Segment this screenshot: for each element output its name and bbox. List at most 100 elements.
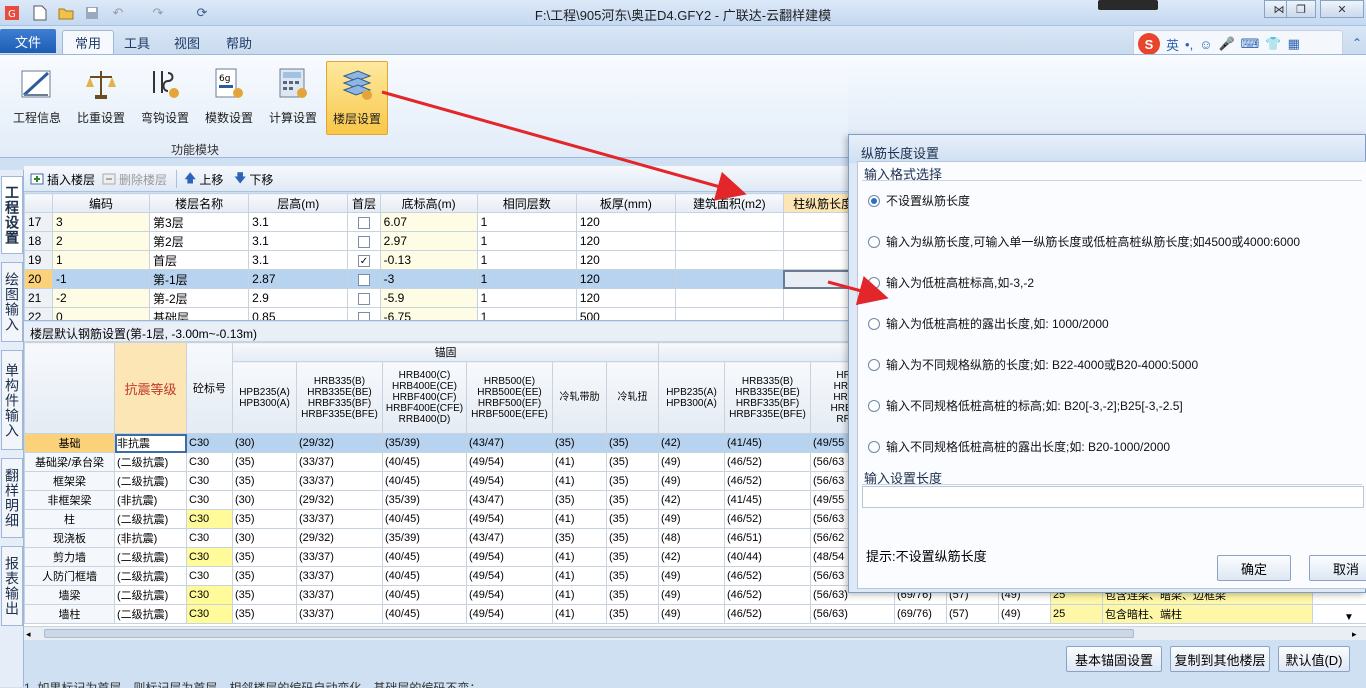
concrete-grade[interactable]: C30 [187, 434, 233, 453]
anchor-value[interactable]: (49) [659, 510, 725, 529]
anchor-value[interactable]: (35) [233, 510, 297, 529]
anchor-value[interactable]: (35) [607, 434, 659, 453]
floor-same-count[interactable]: 1 [477, 232, 576, 251]
floor-bottom-elev[interactable]: 6.07 [380, 213, 477, 232]
format-option-radio[interactable]: 输入为低桩高桩的露出长度,如: 1000/2000 [868, 315, 1109, 332]
floor-row[interactable]: 173第3层3.16.071120 [25, 213, 849, 232]
tab-common[interactable]: 常用 [62, 30, 114, 54]
seismic-level[interactable]: (非抗震) [115, 529, 187, 548]
checkbox-icon[interactable] [358, 217, 370, 229]
floor-bottom-elev[interactable]: -5.9 [380, 289, 477, 308]
anchor-value[interactable]: (41) [553, 453, 607, 472]
anchor-value[interactable]: (46/51) [725, 529, 811, 548]
move-down-button[interactable]: 🡇 下移 [234, 170, 273, 188]
floor-slab[interactable]: 120 [576, 213, 675, 232]
anchor-value[interactable]: (30) [233, 529, 297, 548]
checkbox-icon[interactable]: ✓ [358, 255, 370, 267]
move-up-button[interactable]: 🡅 上移 [184, 170, 223, 188]
anchor-value[interactable]: (35) [607, 453, 659, 472]
anchor-value[interactable]: (42) [659, 548, 725, 567]
col-bottom-elev[interactable]: 底标高(m) [380, 194, 477, 213]
emoji-icon[interactable]: ☺ [1199, 37, 1212, 52]
anchor-value[interactable]: (41) [553, 472, 607, 491]
length-input[interactable] [862, 486, 1364, 508]
rebar-row[interactable]: 墙柱(二级抗震)C30(35)(33/37)(40/45)(49/54)(41)… [25, 605, 1366, 624]
floor-slab[interactable]: 500 [576, 308, 675, 322]
basic-anchor-settings-button[interactable]: 基本锚固设置 [1066, 646, 1162, 672]
cancel-button[interactable]: 取消 [1309, 555, 1366, 581]
anchor-value[interactable]: (41) [553, 605, 607, 624]
checkbox-icon[interactable] [358, 236, 370, 248]
vtab-project-settings[interactable]: 工程设置 [1, 176, 23, 254]
floor-name[interactable]: 基础层 [150, 308, 249, 322]
floor-row[interactable]: 21-2第-2层2.9-5.91120 [25, 289, 849, 308]
floor-name[interactable]: 第2层 [150, 232, 249, 251]
seismic-level[interactable]: (二级抗震) [115, 548, 187, 567]
floor-row[interactable]: 220基础层0.85-6.751500 [25, 308, 849, 322]
anchor-value[interactable]: (29/32) [297, 491, 383, 510]
floor-same-count[interactable]: 1 [477, 213, 576, 232]
anchor-value[interactable]: (35) [607, 548, 659, 567]
col-floor-height[interactable]: 层高(m) [249, 194, 348, 213]
scroll-right-icon[interactable]: ▸ [1352, 629, 1362, 639]
anchor-value[interactable]: (41) [553, 548, 607, 567]
concrete-grade[interactable]: C30 [187, 472, 233, 491]
checkbox-icon[interactable] [358, 274, 370, 286]
lap-value[interactable]: (49) [999, 605, 1051, 624]
floor-slab[interactable]: 120 [576, 289, 675, 308]
floor-bottom-elev[interactable]: -3 [380, 270, 477, 289]
floor-area[interactable] [675, 213, 783, 232]
tab-tools[interactable]: 工具 [112, 30, 162, 54]
tab-help[interactable]: 帮助 [214, 30, 264, 54]
anchor-value[interactable]: (33/37) [297, 453, 383, 472]
anchor-value[interactable]: (29/32) [297, 529, 383, 548]
anchor-value[interactable]: (43/47) [467, 529, 553, 548]
seismic-level[interactable]: (二级抗震) [115, 586, 187, 605]
floor-height[interactable]: 3.1 [249, 232, 348, 251]
anchor-value[interactable]: (40/45) [383, 548, 467, 567]
floor-bottom-elev[interactable]: -6.75 [380, 308, 477, 322]
floor-name[interactable]: 首层 [150, 251, 249, 270]
format-option-radio[interactable]: 输入为不同规格纵筋的长度;如: B22-4000或B20-4000:5000 [868, 356, 1198, 373]
anchor-value[interactable]: (49/54) [467, 472, 553, 491]
anchor-value[interactable]: (33/37) [297, 548, 383, 567]
floor-settings-button[interactable]: 楼层设置 [326, 61, 388, 135]
concrete-grade[interactable]: C30 [187, 586, 233, 605]
anchor-value[interactable]: (41) [553, 586, 607, 605]
vtab-detail[interactable]: 翻样明细 [1, 458, 23, 538]
floor-slab[interactable]: 120 [576, 232, 675, 251]
keyboard-icon[interactable]: ⌨ [1241, 36, 1260, 52]
restore-icon[interactable]: ❐ [1286, 0, 1316, 18]
anchor-value[interactable]: (29/32) [297, 434, 383, 453]
anchor-value[interactable]: (42) [659, 491, 725, 510]
anchor-value[interactable]: (46/52) [725, 605, 811, 624]
anchor-value[interactable]: (30) [233, 434, 297, 453]
first-floor-checkbox[interactable]: ✓ [348, 251, 380, 270]
anchor-value[interactable]: (40/44) [725, 548, 811, 567]
copy-to-floors-button[interactable]: 复制到其他楼层 [1170, 646, 1270, 672]
floor-height[interactable]: 2.87 [249, 270, 348, 289]
floor-code[interactable]: -2 [53, 289, 150, 308]
anchor-value[interactable]: (43/47) [467, 491, 553, 510]
radio-icon[interactable] [868, 277, 880, 289]
floor-same-count[interactable]: 1 [477, 289, 576, 308]
file-menu-button[interactable]: 文件 [0, 29, 56, 53]
col-slab-thickness[interactable]: 板厚(mm) [576, 194, 675, 213]
column-bar-length-cell[interactable] [783, 251, 848, 270]
floor-area[interactable] [675, 289, 783, 308]
radio-icon[interactable] [868, 359, 880, 371]
anchor-value[interactable]: (46/52) [725, 586, 811, 605]
col-first-floor[interactable]: 首层 [348, 194, 380, 213]
floor-code[interactable]: -1 [53, 270, 150, 289]
microphone-icon[interactable]: 🎤 [1218, 36, 1234, 52]
ime-lang[interactable]: 英 [1166, 35, 1179, 54]
anchor-value[interactable]: (56/63) [811, 605, 895, 624]
lap-value[interactable]: 25 [1051, 605, 1103, 624]
floor-name[interactable]: 第3层 [150, 213, 249, 232]
anchor-value[interactable]: (40/45) [383, 567, 467, 586]
anchor-value[interactable]: (35) [233, 567, 297, 586]
anchor-value[interactable]: (35) [553, 529, 607, 548]
anchor-value[interactable]: (35/39) [383, 491, 467, 510]
tab-view[interactable]: 视图 [162, 30, 212, 54]
concrete-grade[interactable]: C30 [187, 605, 233, 624]
